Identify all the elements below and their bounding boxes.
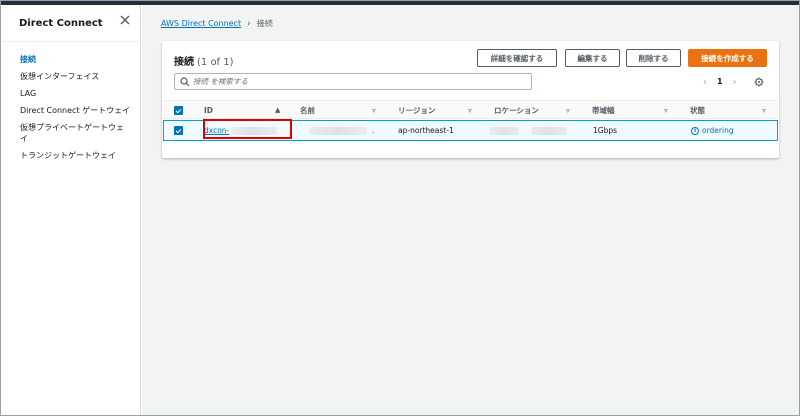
redacted-text bbox=[489, 126, 519, 135]
filter-caret-icon[interactable]: ▿ bbox=[566, 106, 570, 115]
search-icon bbox=[180, 77, 190, 87]
column-header-id[interactable]: ID bbox=[204, 101, 213, 120]
chevron-right-icon[interactable]: › bbox=[729, 75, 741, 88]
breadcrumb: AWS Direct Connect › 接続 bbox=[161, 18, 273, 29]
column-header-label: 状態 bbox=[690, 106, 705, 115]
sidebar-nav: 接続 仮想インターフェイス LAG Direct Connect ゲートウェイ … bbox=[20, 54, 138, 167]
column-header-label: リージョン bbox=[398, 106, 436, 115]
redacted-text bbox=[231, 126, 278, 135]
filter-caret-icon[interactable]: ▿ bbox=[664, 106, 668, 115]
column-header-bandwidth[interactable]: 帯域幅 bbox=[592, 101, 615, 120]
chevron-left-icon[interactable]: ‹ bbox=[699, 75, 711, 88]
close-icon[interactable] bbox=[118, 13, 132, 27]
panel-title-text: 接続 bbox=[174, 57, 194, 68]
status-value: ordering bbox=[702, 126, 734, 135]
select-all-checkbox[interactable] bbox=[174, 106, 183, 115]
main-content: AWS Direct Connect › 接続 接続 (1 of 1) 詳細を確認… bbox=[142, 5, 799, 415]
sort-up-icon[interactable]: ▲ bbox=[275, 106, 280, 114]
redacted-text bbox=[309, 126, 367, 135]
column-header-label: 帯域幅 bbox=[592, 106, 615, 115]
window-frame: Direct Connect 接続 仮想インターフェイス LAG Direct … bbox=[0, 0, 800, 416]
table-header: ID ▲ 名前 ▿ リージョン ▿ ロケーション ▿ 帯域幅 ▿ 状態 ▿ bbox=[163, 100, 778, 119]
connections-panel: 接続(1 of 1) 詳細を確認する 編集する 削除する 接続を作成する ‹ 1… bbox=[162, 41, 779, 158]
name-value: . bbox=[372, 126, 375, 135]
sidebar-item-vpg-continued[interactable]: イ bbox=[20, 133, 138, 144]
filter-caret-icon[interactable]: ▿ bbox=[468, 106, 472, 115]
cell-region: ap-northeast-1 bbox=[398, 121, 454, 140]
edit-button[interactable]: 編集する bbox=[565, 49, 620, 67]
cell-location bbox=[489, 121, 567, 140]
cell-name: . bbox=[309, 121, 374, 140]
panel-title: 接続 (1 of 1) bbox=[174, 53, 234, 68]
sidebar: Direct Connect 接続 仮想インターフェイス LAG Direct … bbox=[2, 5, 141, 415]
create-connection-button[interactable]: 接続を作成する bbox=[688, 49, 767, 67]
filter-caret-icon[interactable]: ▿ bbox=[372, 106, 376, 115]
connection-id-link[interactable]: dxcon- bbox=[204, 126, 229, 135]
breadcrumb-root-link[interactable]: AWS Direct Connect bbox=[161, 19, 241, 28]
bandwidth-value: 1Gbps bbox=[593, 126, 618, 135]
sidebar-item-lag[interactable]: LAG bbox=[20, 88, 138, 99]
info-icon: i bbox=[691, 126, 699, 135]
delete-button[interactable]: 削除する bbox=[626, 49, 681, 67]
column-header-status[interactable]: 状態 bbox=[690, 101, 705, 120]
sidebar-item-transit-gateway[interactable]: トランジットゲートウェイ bbox=[20, 150, 138, 161]
panel-count: (1 of 1) bbox=[197, 57, 234, 68]
gear-icon[interactable] bbox=[754, 77, 764, 87]
table-row[interactable]: dxcon- . ap-northeast-1 1Gbps i ordering bbox=[163, 120, 778, 141]
column-header-label: ID bbox=[204, 106, 214, 115]
column-header-location[interactable]: ロケーション bbox=[494, 101, 539, 120]
sidebar-item-dx-gateway[interactable]: Direct Connect ゲートウェイ bbox=[20, 105, 138, 116]
row-checkbox[interactable] bbox=[174, 126, 183, 135]
sidebar-item-connections[interactable]: 接続 bbox=[20, 54, 138, 65]
search-box bbox=[174, 73, 532, 90]
cell-bandwidth: 1Gbps bbox=[593, 121, 617, 140]
column-header-label: ロケーション bbox=[494, 106, 539, 115]
breadcrumb-current: 接続 bbox=[256, 19, 273, 28]
sidebar-item-vpg[interactable]: 仮想プライベートゲートウェ bbox=[20, 122, 138, 133]
filter-caret-icon[interactable]: ▿ bbox=[762, 106, 766, 115]
cell-status: i ordering bbox=[691, 121, 734, 140]
column-header-name[interactable]: 名前 bbox=[300, 101, 315, 120]
page-number[interactable]: 1 bbox=[717, 77, 723, 86]
column-header-region[interactable]: リージョン bbox=[398, 101, 435, 120]
redacted-text bbox=[531, 126, 567, 135]
view-details-button[interactable]: 詳細を確認する bbox=[477, 49, 557, 67]
sidebar-item-virtual-interfaces[interactable]: 仮想インターフェイス bbox=[20, 71, 138, 82]
search-input[interactable] bbox=[193, 75, 523, 88]
cell-id: dxcon- bbox=[204, 121, 278, 140]
region-value: ap-northeast-1 bbox=[398, 126, 454, 135]
sidebar-title: Direct Connect bbox=[19, 18, 103, 29]
chevron-right-icon: › bbox=[247, 18, 251, 29]
pagination: ‹ 1 › bbox=[699, 75, 741, 88]
sidebar-divider bbox=[2, 41, 141, 42]
column-header-label: 名前 bbox=[300, 106, 315, 115]
